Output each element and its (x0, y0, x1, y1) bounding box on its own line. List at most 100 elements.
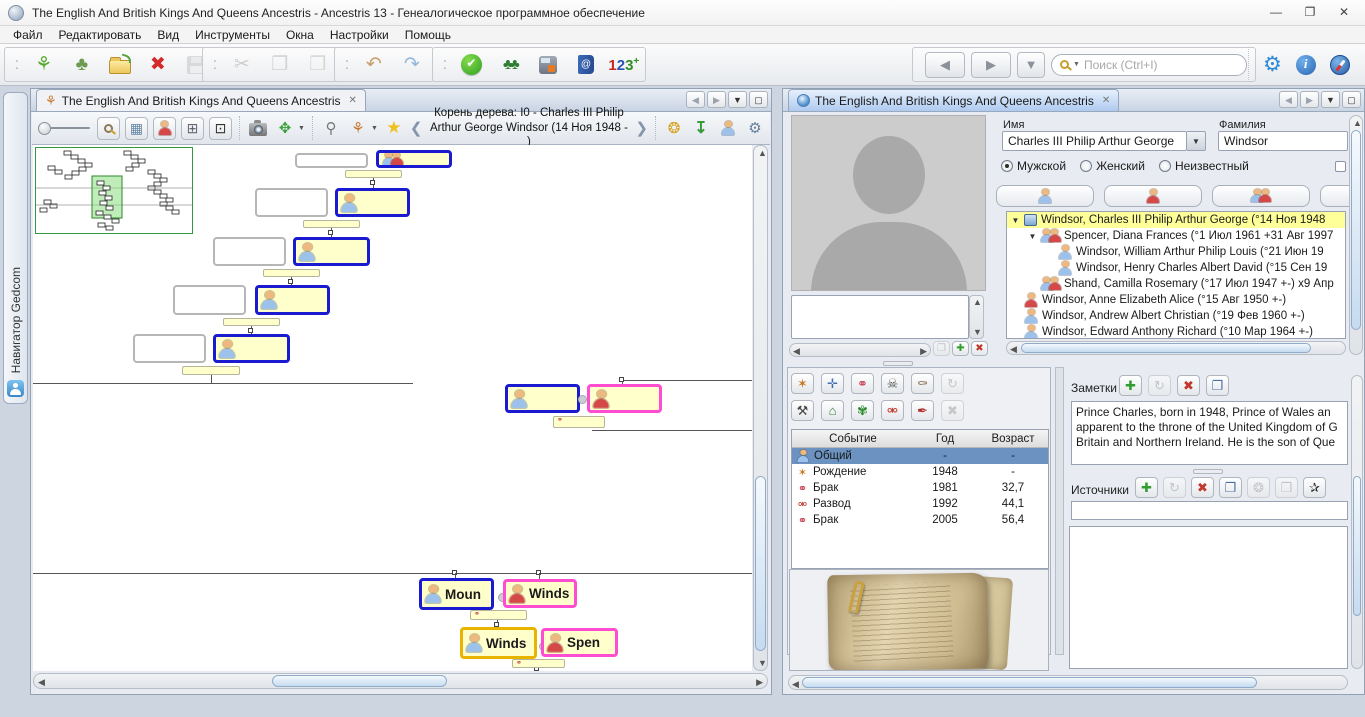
ancestor-box-empty[interactable] (213, 237, 286, 266)
event-row[interactable]: ⚮Развод199244,1 (792, 496, 1048, 512)
notes-vertical-scrollbar[interactable] (1351, 375, 1363, 669)
forward-button[interactable]: ▶ (971, 52, 1011, 78)
will-button[interactable]: ✒ (911, 400, 934, 421)
arrows-dropdown-icon[interactable]: ▼ (298, 125, 305, 132)
close-button[interactable]: ✕ (1327, 2, 1361, 22)
family-list-row[interactable]: Shand, Camilla Rosemary (°17 Июл 1947 +-… (1007, 276, 1345, 292)
delete-button[interactable]: ✖ (971, 341, 988, 356)
events-table[interactable]: Событие Год Возраст Общий--✶Рождение1948… (791, 429, 1049, 569)
menu-item[interactable]: Файл (6, 27, 50, 43)
family-list-row[interactable]: Windsor, Edward Anthony Richard (°10 Мар… (1007, 324, 1345, 339)
cut-button[interactable]: ✂ (227, 51, 257, 79)
grandfather-box[interactable] (505, 384, 580, 413)
validate-button[interactable] (457, 51, 487, 79)
sources-list-box[interactable] (1069, 526, 1348, 669)
paste-button[interactable]: ❒ (303, 51, 333, 79)
menu-item[interactable]: Вид (150, 27, 186, 43)
birth-button[interactable]: ✶ (791, 373, 814, 394)
gender-option[interactable]: Женский (1080, 159, 1145, 173)
event-row[interactable]: ⚭Брак198132,7 (792, 480, 1048, 496)
open-file-button[interactable] (105, 51, 135, 79)
address-book-button[interactable] (571, 51, 601, 79)
radio-icon[interactable] (1159, 160, 1171, 172)
tab-close-icon[interactable]: ✕ (348, 95, 356, 106)
marriage-button[interactable]: ⚭ (851, 373, 874, 394)
notes-scrollbar-thumb[interactable] (1353, 476, 1361, 616)
tabs-scroll-right-button[interactable]: ▶ (707, 91, 726, 108)
add-male-button[interactable] (996, 185, 1094, 207)
surname-field[interactable]: Windsor (1218, 131, 1348, 151)
tabs-scroll-left-button[interactable]: ◀ (1279, 91, 1298, 108)
numbering-button[interactable]: 123+ (609, 51, 639, 79)
radio-icon[interactable] (1080, 160, 1092, 172)
occupation-button[interactable]: ⚒ (791, 400, 814, 421)
tab-close-icon[interactable]: ✕ (1102, 95, 1110, 106)
name-dropdown-arrow[interactable]: ▼ (1187, 131, 1206, 151)
previous-root-chevron[interactable]: ❮ (410, 119, 423, 137)
tree-dropdown-icon[interactable]: ▼ (371, 125, 378, 132)
media-title-field[interactable] (791, 295, 969, 339)
menu-item[interactable]: Инструменты (188, 27, 277, 43)
media-button[interactable]: ❂ (1247, 477, 1270, 498)
expand-button[interactable]: ❐ (1206, 375, 1229, 396)
add-button[interactable]: ✚ (1135, 477, 1158, 498)
family-list-scrollbar[interactable]: ◀ (1006, 341, 1346, 355)
refresh-button[interactable]: ↻ (1148, 375, 1171, 396)
rosette-report-button[interactable]: ❂ (663, 117, 685, 140)
editor-vertical-scrollbar-thumb[interactable] (1351, 130, 1361, 330)
family-list-row[interactable]: ▼Spencer, Diana Frances (°1 Июл 1961 +31… (1007, 228, 1345, 244)
editor-vertical-scrollbar[interactable]: ▲ (1349, 115, 1363, 355)
expander-icon[interactable]: ▼ (1028, 232, 1037, 241)
baptism-button[interactable]: ✛ (821, 373, 844, 394)
family-list-row[interactable]: Windsor, Henry Charles Albert David (°15… (1007, 260, 1345, 276)
refresh-button[interactable]: ↻ (1163, 477, 1186, 498)
merge-trees-button[interactable]: ♣♣ (495, 51, 525, 79)
import-tree-button[interactable]: ↧ (690, 117, 712, 140)
scroll-up-icon[interactable]: ▲ (758, 148, 767, 158)
tree-vertical-scrollbar-thumb[interactable] (755, 476, 766, 651)
media-viewer[interactable] (789, 569, 1049, 671)
ancestor-box-male[interactable] (255, 285, 330, 315)
marriage-box[interactable]: ⚭ (512, 659, 565, 668)
undo-button[interactable]: ↶ (359, 51, 389, 79)
ancestris-compass-icon[interactable] (1330, 55, 1350, 75)
person-display-button[interactable] (153, 117, 176, 140)
vertical-splitter[interactable] (1055, 367, 1064, 655)
ancestor-box-empty[interactable] (173, 285, 246, 315)
tree-minimap[interactable] (35, 147, 193, 234)
tree-canvas[interactable]: ⚭ Moun Winds ⚭ Winds Spen ⚭ (33, 145, 752, 671)
menu-item[interactable]: Настройки (323, 27, 396, 43)
grandmother-box[interactable] (587, 384, 662, 413)
tree-vertical-scrollbar[interactable]: ▲ ▼ (753, 145, 768, 671)
gender-option[interactable]: Мужской (1001, 159, 1066, 173)
event-row[interactable]: ⚭Брак200556,4 (792, 512, 1048, 528)
maximize-panel-button[interactable]: ▢ (749, 91, 768, 108)
scroll-right-icon[interactable]: ▶ (756, 677, 763, 688)
divorce-button[interactable]: ⚮ (881, 400, 904, 421)
center-arrows-button[interactable]: ✥ (274, 117, 296, 140)
tree-settings-gear-button[interactable]: ⚙ (744, 117, 766, 140)
add-female-button[interactable] (1104, 185, 1202, 207)
marriage-box[interactable] (263, 269, 320, 277)
new-tree-button[interactable]: ♣ (67, 51, 97, 79)
zoom-magnifier-button[interactable] (97, 117, 120, 140)
scroll-down-icon[interactable]: ▼ (758, 658, 767, 668)
marriage-box[interactable] (223, 318, 280, 326)
splitter-grip[interactable] (1193, 469, 1223, 474)
expand-button[interactable]: ❐ (1219, 477, 1242, 498)
privacy-checkbox[interactable] (1335, 161, 1346, 172)
add-button[interactable]: ✚ (952, 341, 969, 356)
tab-tree-view[interactable]: ⚘ The English And British Kings And Quee… (36, 89, 366, 111)
redo-button[interactable]: ↷ (397, 51, 427, 79)
minimize-button[interactable]: — (1259, 2, 1293, 22)
tabs-list-button[interactable]: ▼ (1321, 91, 1340, 108)
maximize-panel-button[interactable]: ▢ (1342, 91, 1361, 108)
ancestor-box-male[interactable] (376, 150, 452, 168)
sidebar-tab-gedcom-navigator[interactable]: Навигатор Gedcom (3, 92, 28, 404)
ancestor-box-empty[interactable] (295, 153, 368, 168)
ancestor-box-empty[interactable] (255, 188, 328, 217)
fit-button[interactable]: ❐ (933, 341, 950, 356)
back-button[interactable]: ◀ (925, 52, 965, 78)
delete-button[interactable]: ✖ (1177, 375, 1200, 396)
copy-button[interactable]: ❐ (265, 51, 295, 79)
